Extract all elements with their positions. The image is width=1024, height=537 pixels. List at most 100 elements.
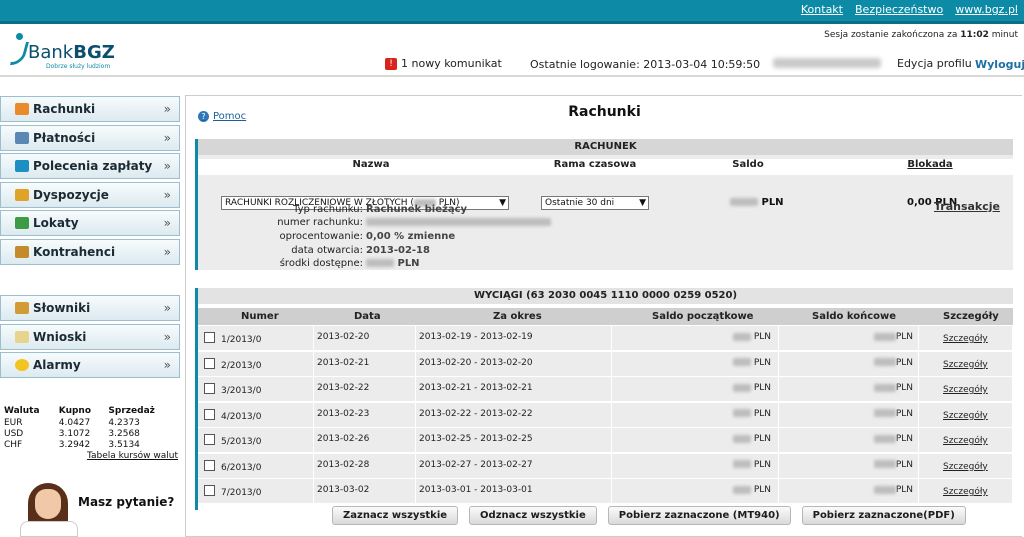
- deselect-all-button[interactable]: Odznacz wszystkie: [469, 506, 597, 525]
- cell-numer: 7/2013/0: [198, 479, 314, 503]
- cell-szczegoly: Szczegóły: [919, 428, 1013, 452]
- row-checkbox[interactable]: [204, 434, 215, 445]
- sidebar-item-kontrahenci[interactable]: Kontrahenci »: [0, 238, 180, 265]
- transactions-link[interactable]: Transakcje: [934, 200, 1000, 213]
- redacted-amount: [732, 409, 751, 417]
- edit-profile-link[interactable]: Edycja profilu: [897, 57, 972, 70]
- growth-chart-icon: [15, 217, 29, 229]
- cell-numer: 5/2013/0: [198, 428, 314, 452]
- pencil-icon: [15, 188, 29, 201]
- rate-buy: 3.1072: [58, 428, 91, 439]
- bank-website-link[interactable]: www.bgz.pl: [955, 3, 1018, 16]
- contact-link[interactable]: Kontakt: [801, 3, 843, 16]
- row-checkbox[interactable]: [204, 485, 215, 496]
- sidebar-item-alarmy[interactable]: Alarmy »: [0, 352, 180, 378]
- sidebar-item-polecenia-zaplaty[interactable]: Polecenia zapłaty »: [0, 153, 180, 179]
- start-balance-currency: PLN: [753, 459, 771, 470]
- cell-szczegoly: Szczegóły: [919, 453, 1013, 478]
- rates-row: CHF 3.2942 3.5134: [4, 439, 180, 450]
- bar-chart-icon: [15, 103, 29, 115]
- help-link[interactable]: ? Pomoc: [198, 111, 246, 122]
- redacted-amount: [873, 460, 896, 468]
- statements-panel: WYCIĄGI (63 2030 0045 1110 0000 0259 052…: [195, 288, 1013, 510]
- cell-numer: 6/2013/0: [198, 453, 314, 478]
- detail-value-available: PLN: [366, 258, 420, 269]
- statement-date: 2013-02-21: [317, 357, 370, 368]
- row-checkbox[interactable]: [204, 408, 215, 420]
- header: BankBGZ Dobrze służy ludziom Sesja zosta…: [0, 27, 1024, 77]
- statement-period: 2013-02-21 - 2013-02-21: [419, 383, 533, 393]
- cell-za-okres: 2013-02-27 - 2013-02-27: [416, 453, 612, 478]
- redacted-amount: [732, 460, 751, 468]
- start-balance: PLN: [732, 434, 771, 444]
- rates-table-link[interactable]: Tabela kursów walut: [4, 450, 180, 461]
- start-balance-currency: PLN: [753, 485, 771, 495]
- statement-date: 2013-02-26: [317, 434, 370, 444]
- logo-brand-text: BGZ: [73, 42, 115, 63]
- detail-value: 0,00 % zmienne: [366, 231, 456, 242]
- col-numer: Numer: [241, 311, 279, 322]
- sidebar-item-rachunki[interactable]: Rachunki »: [0, 96, 180, 122]
- sidebar-item-platnosci[interactable]: Płatności »: [0, 124, 180, 151]
- payment-icon: [15, 131, 29, 144]
- statement-period: 2013-02-25 - 2013-02-25: [419, 434, 533, 444]
- select-all-button[interactable]: Zaznacz wszystkie: [332, 506, 459, 525]
- document-icon: [15, 330, 29, 343]
- end-balance: PLN: [873, 409, 913, 419]
- chevron-right-icon: »: [163, 187, 171, 202]
- start-balance: PLN: [732, 409, 771, 419]
- cell-za-okres: 2013-02-25 - 2013-02-25: [416, 428, 612, 452]
- detail-value: 2013-02-18: [366, 245, 430, 256]
- bank-logo[interactable]: BankBGZ Dobrze służy ludziom: [12, 33, 115, 70]
- row-checkbox[interactable]: [204, 357, 215, 369]
- cell-saldo-poczatkowe: PLN: [612, 453, 779, 478]
- account-col-range: Rama czasowa: [553, 159, 637, 170]
- details-link[interactable]: Szczegóły: [943, 360, 988, 370]
- details-link[interactable]: Szczegóły: [943, 385, 988, 395]
- details-link[interactable]: Szczegóły: [943, 411, 988, 421]
- download-mt940-button[interactable]: Pobierz zaznaczone (MT940): [607, 506, 791, 525]
- details-link[interactable]: Szczegóły: [943, 334, 988, 344]
- sidebar-item-slowniki[interactable]: Słowniki »: [0, 295, 180, 321]
- rate-currency: CHF: [4, 439, 23, 450]
- row-checkbox[interactable]: [204, 332, 215, 343]
- question-box[interactable]: Masz pytanie?: [18, 481, 178, 537]
- account-col-name: Nazwa: [352, 159, 390, 170]
- sidebar-item-dyspozycje[interactable]: Dyspozycje »: [0, 181, 180, 208]
- end-balance-currency: PLN: [895, 485, 913, 495]
- sidebar-item-label: Kontrahenci: [33, 244, 116, 259]
- statement-number: 1/2013/0: [221, 335, 262, 345]
- messages-notice[interactable]: ! 1 nowy komunikat: [385, 57, 502, 70]
- sidebar-item-lokaty[interactable]: Lokaty »: [0, 210, 180, 236]
- account-header: RACHUNEK: [198, 139, 1013, 155]
- detail-value: Rachunek bieżący: [366, 204, 468, 215]
- chevron-right-icon: »: [163, 358, 171, 372]
- row-checkbox[interactable]: [204, 459, 215, 471]
- cell-data: 2013-02-21: [314, 351, 416, 376]
- redacted-amount: [873, 383, 896, 392]
- rate-sell: 4.2373: [108, 417, 140, 428]
- chevron-right-icon: »: [163, 244, 171, 259]
- end-balance: PLN: [873, 332, 913, 342]
- download-pdf-button[interactable]: Pobierz zaznaczone(PDF): [801, 506, 966, 525]
- rates-header: Kupno: [58, 406, 92, 416]
- details-link[interactable]: Szczegóły: [943, 436, 988, 446]
- page-title: Rachunki: [568, 104, 641, 120]
- row-checkbox[interactable]: [204, 383, 215, 394]
- cell-szczegoly: Szczegóły: [919, 402, 1013, 427]
- cell-szczegoly: Szczegóły: [919, 351, 1013, 376]
- cell-data: 2013-02-26: [314, 428, 416, 452]
- table-row: 2/2013/0 2013-02-21 2013-02-20 - 2013-02-2…: [198, 351, 1013, 376]
- security-link[interactable]: Bezpieczeństwo: [855, 3, 943, 16]
- cell-data: 2013-03-02: [314, 479, 416, 503]
- logout-link[interactable]: Wyloguj: [975, 58, 1024, 71]
- sidebar-item-wnioski[interactable]: Wnioski »: [0, 323, 180, 350]
- details-link[interactable]: Szczegóły: [943, 462, 988, 472]
- redacted-amount: [873, 485, 896, 494]
- account-col-block[interactable]: Blokada: [900, 159, 960, 170]
- cell-za-okres: 2013-02-21 - 2013-02-21: [416, 377, 612, 401]
- cell-numer: 4/2013/0: [198, 402, 314, 427]
- cell-szczegoly: Szczegóły: [919, 326, 1013, 350]
- details-link[interactable]: Szczegóły: [943, 487, 988, 497]
- rate-buy: 4.0427: [58, 417, 91, 428]
